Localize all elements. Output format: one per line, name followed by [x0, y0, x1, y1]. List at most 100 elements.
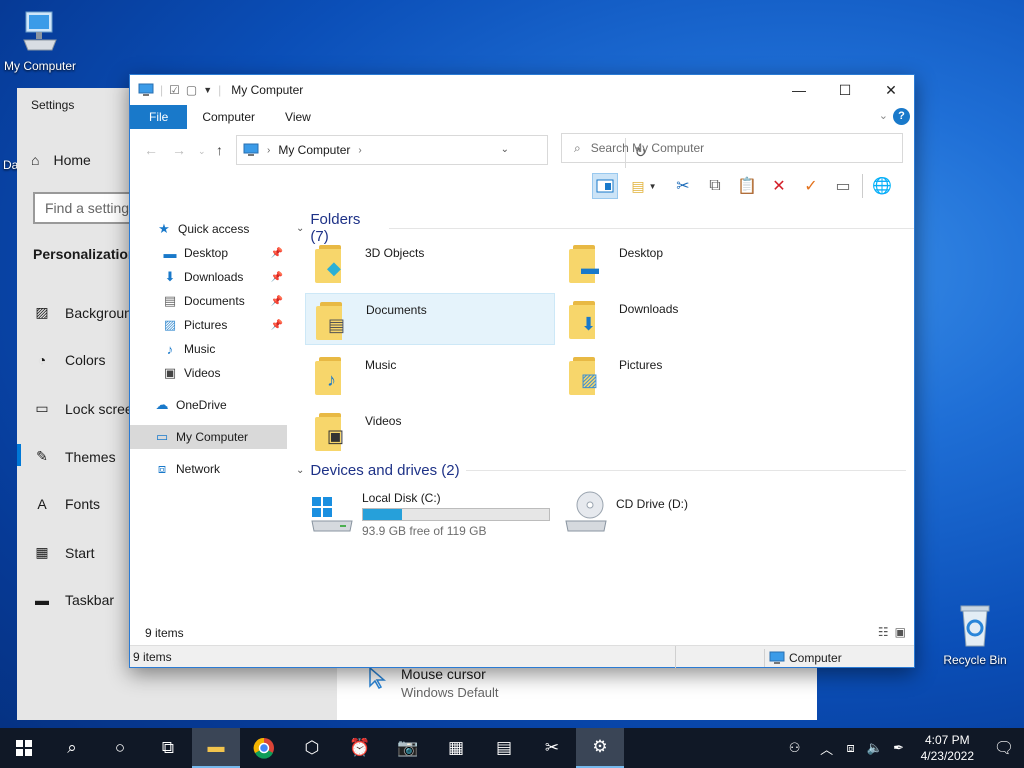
settings-item-lock-screen[interactable]: ▭ Lock screen [33, 400, 140, 417]
volume-icon[interactable]: 🔈 [863, 740, 887, 756]
folder-videos[interactable]: ▣ Videos [305, 405, 555, 457]
new-folder-icon[interactable]: ▢ [186, 83, 197, 97]
explorer-titlebar[interactable]: | ☑ ▢ ▼ | My Computer — ☐ ✕ [130, 75, 914, 105]
mouse-cursor-setting[interactable]: Mouse cursor Windows Default [367, 666, 499, 700]
nav-label: Downloads [184, 270, 244, 284]
properties-icon[interactable]: ☑ [169, 83, 180, 97]
brush-icon: ✎ [36, 448, 48, 464]
folder-label: Pictures [619, 358, 663, 372]
nav-music[interactable]: ♪ Music [130, 337, 287, 361]
3d-viewer-taskbar-button[interactable]: ⬡ [288, 728, 336, 768]
settings-taskbar-button[interactable]: ⚙ [576, 728, 624, 768]
nav-quick-access[interactable]: ★ Quick access [130, 217, 287, 241]
nav-network[interactable]: ⧈ Network [130, 457, 287, 481]
folder-desktop[interactable]: ▬ Desktop [559, 237, 809, 289]
chevron-down-icon[interactable]: ▼ [203, 85, 212, 95]
breadcrumb-my-computer[interactable]: My Computer [278, 143, 350, 157]
up-button[interactable]: ↑ [216, 142, 223, 158]
desktop-icon-my-computer[interactable]: My Computer [0, 10, 80, 73]
alarms-taskbar-button[interactable]: ⏰ [336, 728, 384, 768]
settings-item-fonts[interactable]: A Fonts [33, 496, 100, 512]
file-explorer-taskbar-button[interactable]: ▬ [192, 728, 240, 768]
chrome-taskbar-button[interactable] [240, 728, 288, 768]
properties-button[interactable]: ✓ [798, 173, 824, 199]
back-button[interactable]: ← [144, 142, 158, 158]
minimize-button[interactable]: — [776, 75, 822, 105]
cloud-icon: ☁ [155, 397, 169, 412]
search-input[interactable]: Search My Computer [591, 141, 704, 155]
new-menu-button[interactable]: ▤ ▼ [624, 173, 664, 199]
details-view-icon[interactable]: ☷ [878, 625, 889, 639]
show-hidden-icons-chevron-icon[interactable]: ︿ [815, 739, 839, 758]
task-view-button[interactable]: ⧉ [144, 728, 192, 768]
camera-taskbar-button[interactable]: 📷 [384, 728, 432, 768]
cortana-button[interactable]: ○ [96, 728, 144, 768]
network-status-icon[interactable]: ⧈ [839, 740, 863, 756]
drive-cd-d[interactable]: CD Drive (D:) [564, 489, 688, 533]
nav-my-computer[interactable]: ▭ My Computer [130, 425, 287, 449]
cut-button[interactable]: ✂ [670, 173, 696, 199]
pin-icon[interactable]: 📌 [271, 320, 283, 331]
settings-home-link[interactable]: ⌂ Home [31, 152, 91, 168]
network-globe-button[interactable]: 🌐 [869, 173, 895, 199]
folder-documents[interactable]: ▤ Documents [305, 293, 555, 345]
item-count: 9 items [145, 626, 184, 640]
folder-3d-objects[interactable]: ◆ 3D Objects [305, 237, 555, 289]
recent-locations-icon[interactable]: ⌄ [198, 146, 206, 157]
start-button[interactable] [0, 728, 48, 768]
nav-pictures[interactable]: ▨ Pictures 📌 [130, 313, 287, 337]
drive-local-disk-c[interactable]: Local Disk (C:) 93.9 GB free of 119 GB [310, 489, 550, 538]
search-box[interactable]: ⌕ Search My Computer [561, 133, 903, 163]
tab-file[interactable]: File [130, 105, 188, 129]
pin-icon[interactable]: 📌 [271, 296, 283, 307]
nav-downloads[interactable]: ⬇ Downloads 📌 [130, 265, 287, 289]
settings-item-start[interactable]: ▦ Start [33, 544, 94, 561]
desktop-icon-recycle-bin[interactable]: Recycle Bin [935, 602, 1015, 667]
expand-ribbon-icon[interactable]: ⌄ [879, 109, 888, 122]
nav-documents[interactable]: ▤ Documents 📌 [130, 289, 287, 313]
folder-downloads[interactable]: ⬇ Downloads [559, 293, 809, 345]
hard-drive-windows-icon [311, 497, 353, 532]
collapse-chevron-icon[interactable]: ⌄ [296, 465, 304, 476]
action-center-button[interactable]: 🗨 [984, 738, 1024, 758]
nav-label: OneDrive [176, 398, 227, 412]
status-location-label: Computer [789, 651, 842, 665]
nav-desktop[interactable]: ▬ Desktop 📌 [130, 241, 287, 265]
address-bar[interactable]: › My Computer › ⌄ ↻ [236, 135, 646, 168]
pin-icon[interactable]: 📌 [271, 248, 283, 259]
forward-button[interactable]: → [172, 142, 186, 158]
settings-item-label: Themes [65, 448, 116, 465]
delete-button[interactable]: ✕ [766, 173, 792, 199]
rename-button[interactable]: ▭ [830, 173, 856, 199]
settings-item-background[interactable]: ▨ Background [33, 304, 139, 321]
collapse-chevron-icon[interactable]: ⌄ [296, 223, 304, 234]
tab-view[interactable]: View [270, 105, 326, 129]
settings-item-themes[interactable]: ✎ Themes [33, 448, 116, 465]
folder-pictures[interactable]: ▨ Pictures [559, 349, 809, 401]
help-icon[interactable]: ? [893, 108, 910, 125]
large-icons-view-icon[interactable]: ▣ [895, 625, 906, 639]
breadcrumb-chevron-icon[interactable]: › [358, 145, 361, 156]
calendar-taskbar-button[interactable]: ▤ [480, 728, 528, 768]
settings-item-taskbar[interactable]: ▬ Taskbar [33, 592, 114, 608]
address-dropdown-icon[interactable]: ⌄ [501, 144, 509, 155]
tab-computer[interactable]: Computer [187, 105, 270, 129]
calculator-taskbar-button[interactable]: ▦ [432, 728, 480, 768]
clock[interactable]: 4:07 PM 4/23/2022 [921, 732, 974, 764]
copy-button[interactable]: ⧉ [702, 173, 728, 199]
preview-pane-button[interactable] [592, 173, 618, 199]
pen-workspace-icon[interactable]: ✒ [887, 740, 911, 756]
paste-button[interactable]: 📋 [734, 173, 760, 199]
maximize-button[interactable]: ☐ [822, 75, 868, 105]
search-button[interactable]: ⌕ [48, 728, 96, 768]
nav-onedrive[interactable]: ☁ OneDrive [130, 393, 287, 417]
pin-icon[interactable]: 📌 [271, 272, 283, 283]
snip-sketch-taskbar-button[interactable]: ✂ [528, 728, 576, 768]
settings-item-colors[interactable]: ◔ Colors [33, 352, 106, 368]
people-icon[interactable]: ⚇ [783, 740, 807, 756]
close-button[interactable]: ✕ [868, 75, 914, 105]
system-tray: ⚇ ︿ ⧈ 🔈 ✒ 4:07 PM 4/23/2022 🗨 [783, 728, 1024, 768]
nav-videos[interactable]: ▣ Videos [130, 361, 287, 385]
folder-music[interactable]: ♪ Music [305, 349, 555, 401]
devices-group-header[interactable]: ⌄ Devices and drives (2) [296, 462, 906, 479]
